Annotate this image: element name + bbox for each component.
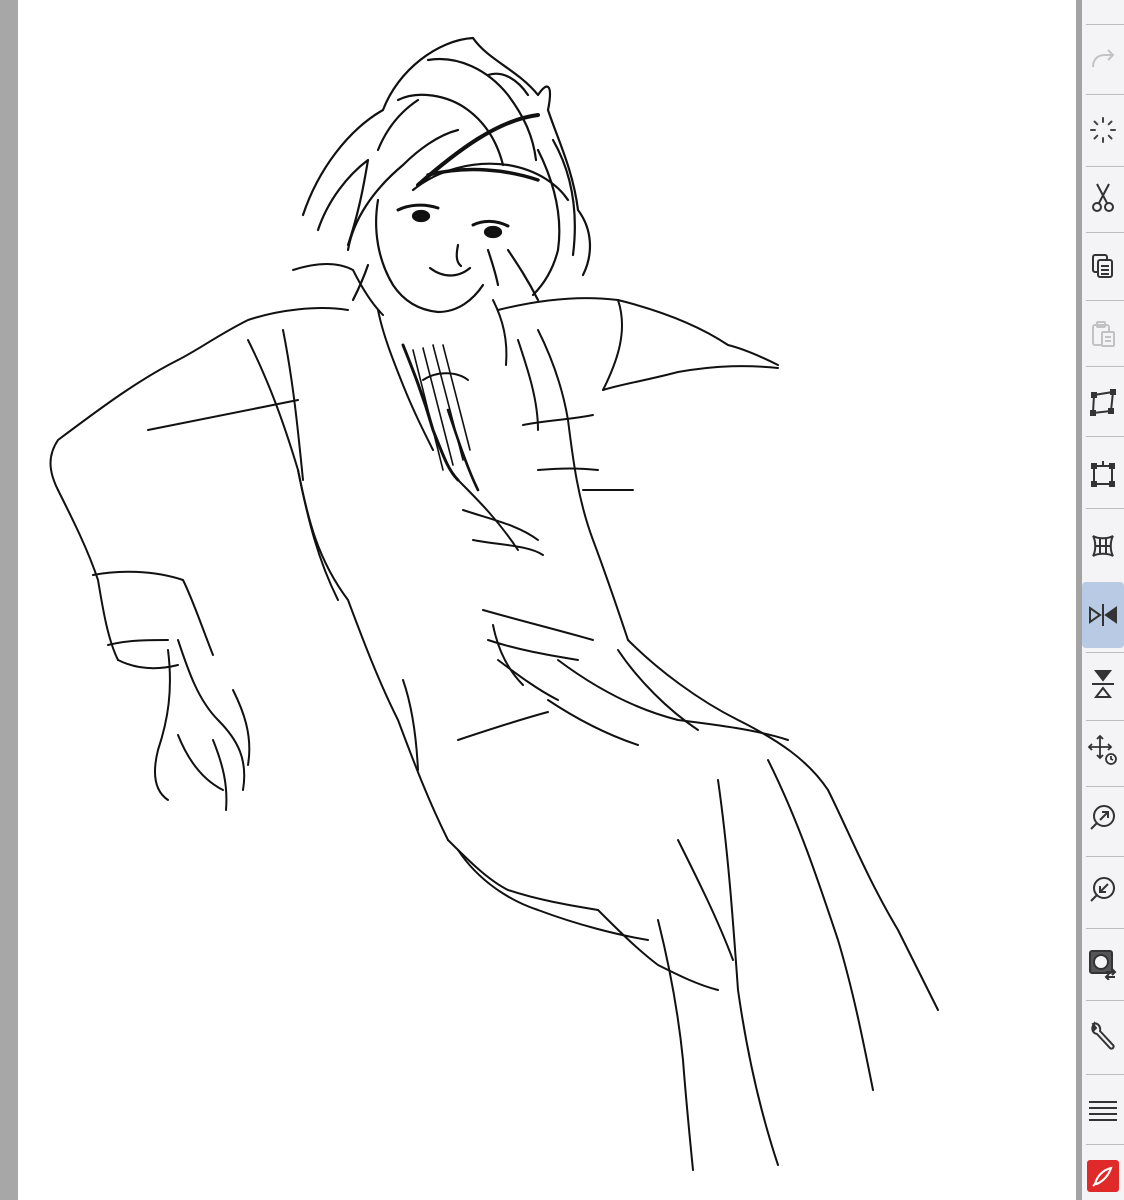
settings-button[interactable] [1082,1004,1124,1068]
right-toolbar [1082,0,1124,1200]
mesh-transform-button[interactable] [1082,514,1124,578]
zoom-out-button[interactable] [1082,858,1124,922]
app-logo-icon [1087,1160,1119,1192]
copy-button[interactable] [1082,234,1124,298]
zoom-in-button[interactable] [1082,786,1124,850]
copy-icon [1092,254,1113,278]
flip-horizontal-icon [1089,604,1117,626]
swap-color-button[interactable] [1082,932,1124,996]
scale-rotate-button[interactable] [1082,442,1124,506]
sketch-drawing [49,36,939,1171]
paste-button[interactable] [1082,302,1124,366]
separator [1086,1144,1124,1145]
free-transform-icon [1090,389,1116,416]
move-layer-button[interactable] [1082,718,1124,782]
separator [1086,300,1124,301]
separator [1086,24,1124,25]
separator [1086,508,1124,509]
wrench-icon [1091,1020,1115,1050]
zoom-out-icon [1090,877,1115,902]
mesh-transform-icon [1092,535,1114,557]
cut-button[interactable] [1082,166,1124,230]
flip-horizontal-button[interactable] [1082,582,1124,648]
swap-color-icon [1089,950,1117,980]
scale-rotate-icon [1091,461,1115,487]
drawing-app [0,0,1124,1200]
drawing-canvas[interactable] [18,0,1076,1200]
separator [1086,1000,1124,1001]
separator [1086,856,1124,857]
separator [1086,366,1124,367]
paste-icon [1092,321,1115,347]
face-strokes [375,198,510,314]
scissors-icon [1092,183,1114,212]
zoom-in-icon [1090,805,1115,830]
menu-button[interactable] [1082,1078,1124,1142]
jacket-strokes [49,297,939,1171]
collar-tie-strokes [292,263,508,492]
hamburger-menu-icon [1089,1101,1117,1121]
hair-strokes [301,36,592,302]
separator [1086,94,1124,95]
flip-vertical-icon [1092,670,1114,698]
spinner-button[interactable] [1082,98,1124,162]
move-rotate-icon [1087,734,1117,765]
app-button[interactable] [1082,1152,1124,1200]
flip-vertical-button[interactable] [1082,652,1124,716]
redo-icon [1092,49,1115,68]
left-gutter [0,0,18,1200]
redo-button[interactable] [1082,28,1124,92]
separator [1086,928,1124,929]
separator [1086,436,1124,437]
separator [1086,1074,1124,1075]
spinner-icon [1090,117,1116,143]
separator [1086,232,1124,233]
free-transform-button[interactable] [1082,370,1124,434]
